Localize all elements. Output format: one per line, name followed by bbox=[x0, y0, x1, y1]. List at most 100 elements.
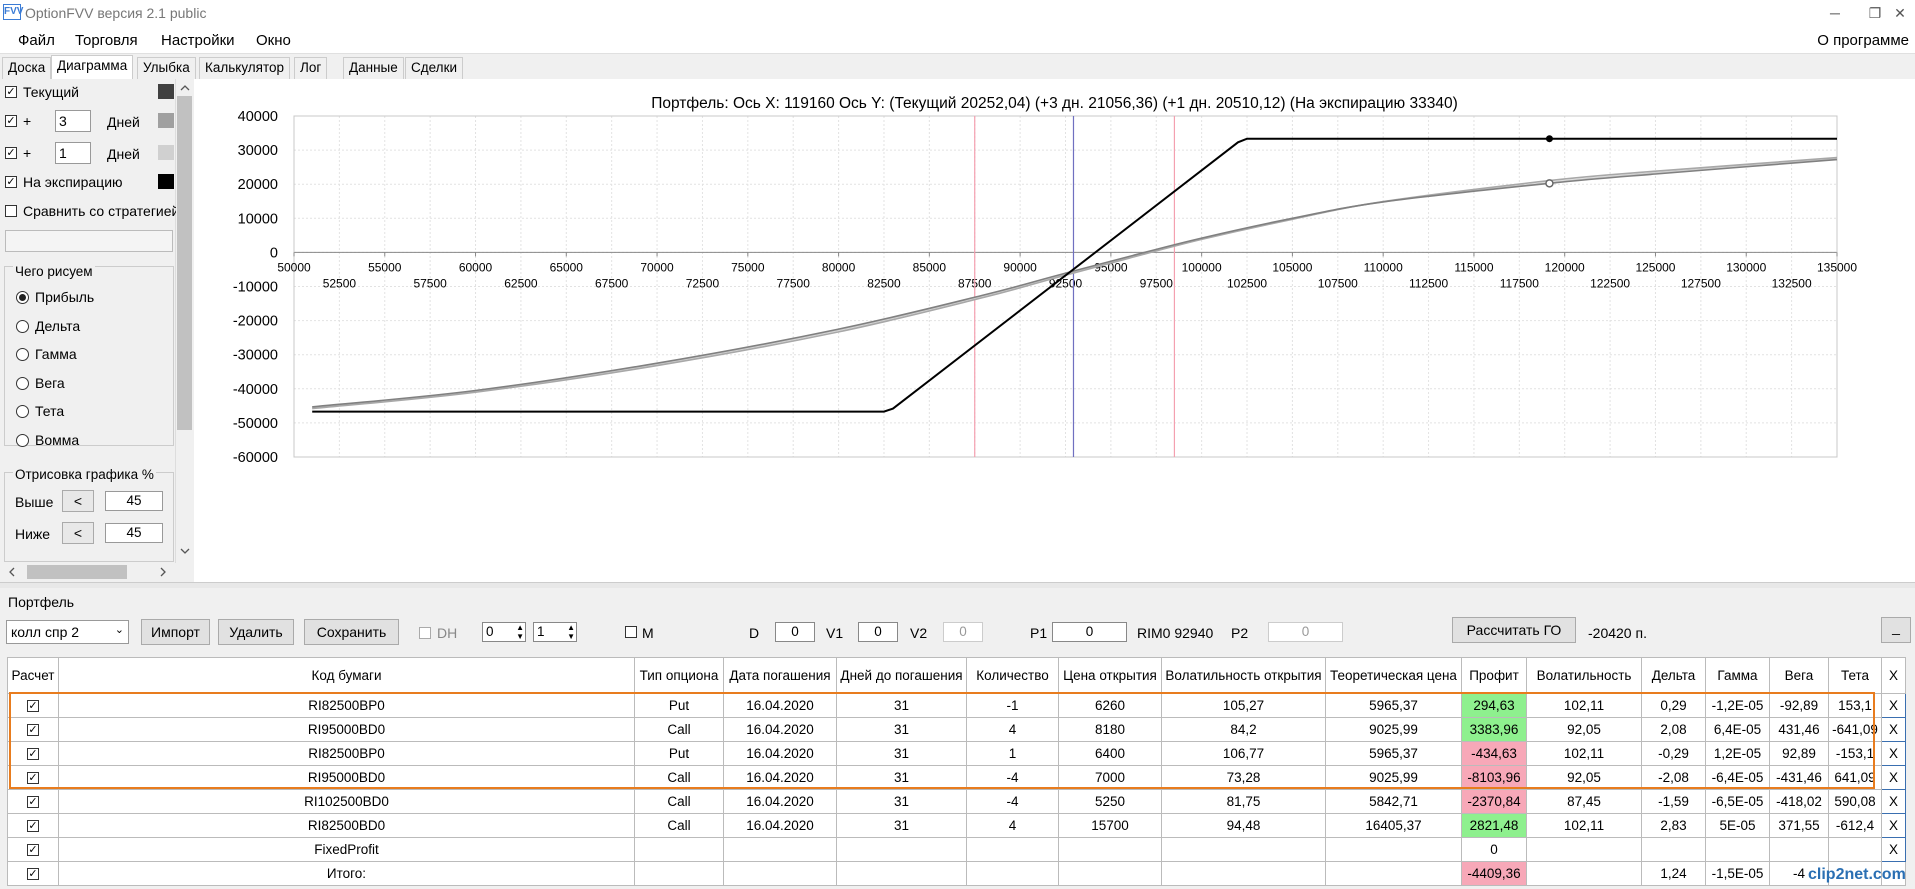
cell-x[interactable]: X bbox=[1881, 837, 1906, 862]
spin2-input[interactable]: 1 ▲ ▼ bbox=[533, 622, 577, 642]
tab-calculator[interactable]: Калькулятор bbox=[199, 57, 291, 79]
scroll-up-icon[interactable] bbox=[180, 85, 190, 91]
plus1-checkbox[interactable]: ✓ bbox=[5, 147, 17, 159]
calc-cell[interactable]: ✓ bbox=[7, 717, 59, 742]
table-row[interactable]: ✓ Итого: -4409,36 1,24 -1,5E-05 -4 bbox=[7, 861, 1906, 886]
table-row[interactable]: ✓ FixedProfit 0 X bbox=[7, 837, 1906, 862]
calc-cell[interactable]: ✓ bbox=[7, 813, 59, 838]
left-panel-hscroll[interactable] bbox=[0, 563, 176, 581]
table-row[interactable]: ✓ RI82500BP0 Put 16.04.2020 31 -1 6260 105,27 59… bbox=[7, 693, 1906, 718]
plus3-days-input[interactable]: 3 bbox=[55, 110, 91, 132]
above-step-button[interactable]: < bbox=[62, 490, 94, 512]
v2-input[interactable]: 0 bbox=[943, 622, 983, 642]
cell-x[interactable]: X bbox=[1881, 693, 1906, 718]
cell-x[interactable]: X bbox=[1881, 717, 1906, 742]
table-row[interactable]: ✓ RI95000BD0 Call 16.04.2020 31 4 8180 84,2 9025… bbox=[7, 717, 1906, 742]
radio-theta[interactable] bbox=[16, 405, 29, 418]
table-row[interactable]: ✓ RI82500BD0 Call 16.04.2020 31 4 15700 94,48 16… bbox=[7, 813, 1906, 838]
calc-cell[interactable]: ✓ bbox=[7, 789, 59, 814]
tab-board[interactable]: Доска bbox=[2, 57, 52, 79]
calc-go-button[interactable]: Рассчитать ГО bbox=[1452, 617, 1576, 643]
calc-cell[interactable]: ✓ bbox=[7, 837, 59, 862]
profit-chart[interactable]: 400003000020000100000-10000-20000-30000-… bbox=[194, 79, 1915, 582]
radio-vega[interactable] bbox=[16, 377, 29, 390]
plus3-color-swatch[interactable] bbox=[158, 113, 174, 128]
calc-cell[interactable]: ✓ bbox=[7, 693, 59, 718]
calc-cell[interactable]: ✓ bbox=[7, 741, 59, 766]
header-vol[interactable]: Волатильность bbox=[1526, 657, 1642, 694]
p2-input[interactable]: 0 bbox=[1268, 622, 1343, 642]
menu-file[interactable]: Файл bbox=[18, 32, 55, 49]
plus1-days-input[interactable]: 1 bbox=[55, 142, 91, 164]
cell-x[interactable]: X bbox=[1881, 813, 1906, 838]
splitter[interactable] bbox=[0, 582, 1915, 588]
header-price[interactable]: Цена открытия bbox=[1058, 657, 1162, 694]
cell-x[interactable]: X bbox=[1881, 741, 1906, 766]
header-type[interactable]: Тип опциона bbox=[634, 657, 724, 694]
m-checkbox[interactable] bbox=[625, 626, 637, 638]
header-theta[interactable]: Тета bbox=[1828, 657, 1882, 694]
tab-log[interactable]: Лог bbox=[294, 57, 328, 79]
scroll-left-icon[interactable] bbox=[9, 567, 15, 577]
compare-strategy-select[interactable] bbox=[5, 230, 173, 252]
calc-checkbox[interactable]: ✓ bbox=[27, 796, 39, 809]
header-date[interactable]: Дата погашения bbox=[723, 657, 837, 694]
table-row[interactable]: ✓ RI82500BP0 Put 16.04.2020 31 1 6400 106,77 596… bbox=[7, 741, 1906, 766]
above-value-input[interactable]: 45 bbox=[105, 491, 163, 511]
below-value-input[interactable]: 45 bbox=[105, 523, 163, 543]
current-checkbox[interactable]: ✓ bbox=[5, 86, 17, 98]
header-days[interactable]: Дней до погашения bbox=[836, 657, 967, 694]
calc-cell[interactable]: ✓ bbox=[7, 861, 59, 886]
v1-input[interactable]: 0 bbox=[858, 622, 898, 642]
calc-checkbox[interactable]: ✓ bbox=[27, 700, 39, 713]
plus3-checkbox[interactable]: ✓ bbox=[5, 115, 17, 127]
header-x[interactable]: X bbox=[1881, 657, 1906, 694]
radio-delta[interactable] bbox=[16, 320, 29, 333]
spinner-arrows-icon[interactable]: ▲ ▼ bbox=[567, 623, 575, 641]
calc-checkbox[interactable]: ✓ bbox=[27, 844, 39, 857]
table-row[interactable]: ✓ RI102500BD0 Call 16.04.2020 31 -4 5250 81,75 5… bbox=[7, 789, 1906, 814]
close-icon[interactable]: ✕ bbox=[1880, 2, 1915, 24]
compare-checkbox[interactable] bbox=[5, 205, 17, 217]
cell-x[interactable]: X bbox=[1881, 789, 1906, 814]
header-vega[interactable]: Вега bbox=[1769, 657, 1829, 694]
plus1-color-swatch[interactable] bbox=[158, 145, 174, 160]
radio-profit[interactable] bbox=[16, 291, 29, 304]
calc-checkbox[interactable]: ✓ bbox=[27, 868, 39, 881]
minimize-panel-button[interactable]: _ bbox=[1881, 617, 1911, 643]
menu-window[interactable]: Окно bbox=[256, 32, 291, 49]
minimize-icon[interactable]: ─ bbox=[1815, 2, 1855, 24]
calc-checkbox[interactable]: ✓ bbox=[27, 748, 39, 761]
below-step-button[interactable]: < bbox=[62, 522, 94, 544]
header-calc[interactable]: Расчет bbox=[7, 657, 59, 694]
scroll-down-icon[interactable] bbox=[180, 548, 190, 554]
cell-x[interactable]: X bbox=[1881, 765, 1906, 790]
dh-checkbox[interactable] bbox=[419, 627, 431, 639]
header-delta[interactable]: Дельта bbox=[1641, 657, 1706, 694]
tab-data[interactable]: Данные bbox=[343, 57, 404, 79]
header-code[interactable]: Код бумаги bbox=[58, 657, 635, 694]
radio-gamma[interactable] bbox=[16, 348, 29, 361]
calc-cell[interactable]: ✓ bbox=[7, 765, 59, 790]
header-theo[interactable]: Теоретическая цена bbox=[1325, 657, 1462, 694]
tab-diagram[interactable]: Диаграмма bbox=[51, 55, 134, 79]
import-button[interactable]: Импорт bbox=[141, 619, 210, 645]
d-input[interactable]: 0 bbox=[775, 622, 815, 642]
scroll-right-icon[interactable] bbox=[160, 567, 166, 577]
table-row[interactable]: ✓ RI95000BD0 Call 16.04.2020 31 -4 7000 73,28 90… bbox=[7, 765, 1906, 790]
menu-about[interactable]: О программе bbox=[1817, 32, 1909, 49]
calc-checkbox[interactable]: ✓ bbox=[27, 724, 39, 737]
expiry-color-swatch[interactable] bbox=[158, 174, 174, 189]
portfolio-select[interactable]: колл спр 2 ⌄ bbox=[6, 620, 129, 644]
radio-vomma[interactable] bbox=[16, 434, 29, 447]
tab-smile[interactable]: Улыбка bbox=[137, 57, 196, 79]
p1-input[interactable]: 0 bbox=[1052, 622, 1127, 642]
calc-checkbox[interactable]: ✓ bbox=[27, 820, 39, 833]
header-vol-open[interactable]: Волатильность открытия bbox=[1161, 657, 1326, 694]
header-profit[interactable]: Профит bbox=[1461, 657, 1527, 694]
vscroll-thumb[interactable] bbox=[177, 96, 192, 430]
header-qty[interactable]: Количество bbox=[966, 657, 1059, 694]
calc-checkbox[interactable]: ✓ bbox=[27, 772, 39, 785]
tab-deals[interactable]: Сделки bbox=[405, 57, 464, 79]
left-panel-vscroll[interactable] bbox=[176, 79, 193, 559]
